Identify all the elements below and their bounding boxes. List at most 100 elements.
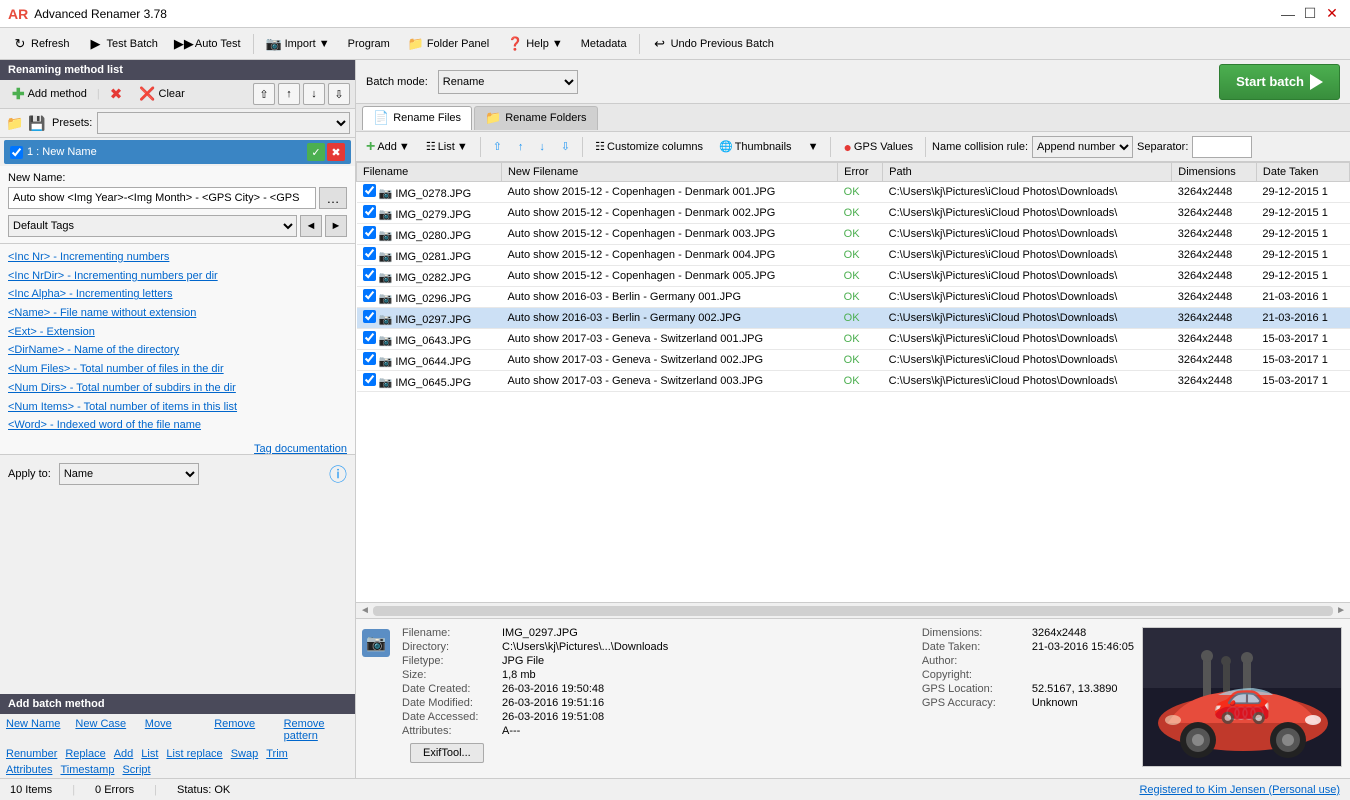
- method-check-icon[interactable]: ✓: [307, 143, 325, 161]
- batch-new-case[interactable]: New Case: [75, 718, 140, 742]
- row-checkbox[interactable]: [363, 268, 376, 281]
- move-down-button[interactable]: ↓: [303, 83, 325, 105]
- table-row[interactable]: 📷 IMG_0296.JPG Auto show 2016-03 - Berli…: [357, 287, 1350, 308]
- start-batch-button[interactable]: Start batch: [1219, 64, 1340, 100]
- col-new-filename[interactable]: New Filename: [501, 163, 837, 182]
- method-item-checkbox[interactable]: [10, 146, 23, 159]
- row-checkbox[interactable]: [363, 247, 376, 260]
- tag-word[interactable]: <Word> - Indexed word of the file name: [8, 416, 347, 435]
- hscroll-area[interactable]: ◄ ►: [356, 602, 1350, 618]
- folder-panel-button[interactable]: 📁 Folder Panel: [400, 31, 497, 57]
- import-button[interactable]: 📷 Import ▼: [258, 31, 338, 57]
- registration-link[interactable]: Registered to Kim Jensen (Personal use): [1139, 784, 1340, 796]
- table-row[interactable]: 📷 IMG_0643.JPG Auto show 2017-03 - Genev…: [357, 329, 1350, 350]
- add-method-button[interactable]: ✚ Add method: [5, 83, 94, 105]
- table-row[interactable]: 📷 IMG_0644.JPG Auto show 2017-03 - Genev…: [357, 350, 1350, 371]
- metadata-button[interactable]: Metadata: [573, 31, 635, 57]
- arrow-down-button[interactable]: ↓: [533, 135, 551, 159]
- tag-num-items[interactable]: <Num Items> - Total number of items in t…: [8, 398, 347, 417]
- col-dimensions[interactable]: Dimensions: [1172, 163, 1257, 182]
- batch-swap[interactable]: Swap: [231, 748, 259, 760]
- undo-previous-batch-button[interactable]: ↩ Undo Previous Batch: [644, 31, 782, 57]
- row-checkbox[interactable]: [363, 289, 376, 302]
- batch-list[interactable]: List: [141, 748, 158, 760]
- row-checkbox[interactable]: [363, 352, 376, 365]
- row-checkbox[interactable]: [363, 226, 376, 239]
- minimize-button[interactable]: —: [1278, 4, 1298, 24]
- batch-list-replace[interactable]: List replace: [166, 748, 222, 760]
- sort-up-button[interactable]: ⇧: [487, 135, 508, 159]
- method-item-new-name[interactable]: 1 : New Name ✓ ✖: [4, 140, 351, 164]
- batch-move[interactable]: Move: [145, 718, 210, 742]
- list-button[interactable]: ☷ List ▼: [420, 135, 474, 159]
- table-row[interactable]: 📷 IMG_0280.JPG Auto show 2015-12 - Copen…: [357, 224, 1350, 245]
- new-name-input[interactable]: [8, 187, 316, 209]
- tag-documentation-link[interactable]: Tag documentation: [8, 443, 347, 454]
- move-top-button[interactable]: ⇧: [253, 83, 275, 105]
- row-checkbox[interactable]: [363, 373, 376, 386]
- tag-num-dirs[interactable]: <Num Dirs> - Total number of subdirs in …: [8, 379, 347, 398]
- clear-button[interactable]: ❌ Clear: [132, 83, 191, 105]
- add-files-button[interactable]: + Add ▼: [360, 135, 416, 159]
- batch-remove-pattern[interactable]: Remove pattern: [284, 718, 349, 742]
- col-date-taken[interactable]: Date Taken: [1256, 163, 1349, 182]
- table-row[interactable]: 📷 IMG_0278.JPG Auto show 2015-12 - Copen…: [357, 182, 1350, 203]
- remove-method-button[interactable]: ✖: [103, 83, 130, 105]
- tag-inc-nr[interactable]: <Inc Nr> - Incrementing numbers: [8, 248, 347, 267]
- tab-rename-folders[interactable]: 📁 Rename Folders: [474, 106, 598, 130]
- thumbnails-button[interactable]: 🌐 Thumbnails: [713, 135, 798, 159]
- table-row[interactable]: 📷 IMG_0281.JPG Auto show 2015-12 - Copen…: [357, 245, 1350, 266]
- table-row[interactable]: 📷 IMG_0279.JPG Auto show 2015-12 - Copen…: [357, 203, 1350, 224]
- customize-columns-button[interactable]: ☷ Customize columns: [589, 135, 709, 159]
- move-up-button[interactable]: ↑: [278, 83, 300, 105]
- name-collision-select[interactable]: Append number: [1032, 136, 1133, 158]
- batch-script[interactable]: Script: [122, 764, 150, 776]
- col-error[interactable]: Error: [838, 163, 883, 182]
- tag-num-files[interactable]: <Num Files> - Total number of files in t…: [8, 360, 347, 379]
- tag-ext[interactable]: <Ext> - Extension: [8, 323, 347, 342]
- save-preset-icon[interactable]: 💾: [27, 113, 47, 133]
- method-close-icon[interactable]: ✖: [327, 143, 345, 161]
- tags-prev-button[interactable]: ◄: [300, 215, 322, 237]
- tags-select[interactable]: Default Tags: [8, 215, 297, 237]
- tag-name[interactable]: <Name> - File name without extension: [8, 304, 347, 323]
- batch-trim[interactable]: Trim: [266, 748, 288, 760]
- file-table-wrapper[interactable]: Filename New Filename Error Path Dimensi…: [356, 162, 1350, 602]
- arrow-up-button[interactable]: ↑: [512, 135, 530, 159]
- col-filename[interactable]: Filename: [357, 163, 502, 182]
- titlebar-controls[interactable]: — ☐ ✕: [1278, 4, 1342, 24]
- tab-rename-files[interactable]: 📄 Rename Files: [362, 106, 472, 130]
- separator-input[interactable]: [1192, 136, 1252, 158]
- tag-inc-alpha[interactable]: <Inc Alpha> - Incrementing letters: [8, 285, 347, 304]
- move-bottom-button[interactable]: ⇩: [328, 83, 350, 105]
- batch-timestamp[interactable]: Timestamp: [60, 764, 114, 776]
- auto-test-button[interactable]: ▶▶ Auto Test: [168, 31, 249, 57]
- batch-replace[interactable]: Replace: [65, 748, 105, 760]
- exif-tool-button[interactable]: ExifTool...: [410, 743, 484, 763]
- maximize-button[interactable]: ☐: [1300, 4, 1320, 24]
- thumbnails-dropdown-button[interactable]: ▼: [802, 135, 825, 159]
- batch-remove[interactable]: Remove: [214, 718, 279, 742]
- apply-to-select[interactable]: Name Extension Name and Extension: [59, 463, 199, 485]
- table-row[interactable]: 📷 IMG_0297.JPG Auto show 2016-03 - Berli…: [357, 308, 1350, 329]
- row-checkbox[interactable]: [363, 205, 376, 218]
- row-checkbox[interactable]: [363, 331, 376, 344]
- open-preset-icon[interactable]: 📁: [5, 113, 25, 133]
- new-name-dots-button[interactable]: …: [319, 187, 347, 209]
- refresh-button[interactable]: ↻ Refresh: [4, 31, 78, 57]
- col-path[interactable]: Path: [883, 163, 1172, 182]
- batch-mode-select[interactable]: Rename Copy Move: [438, 70, 578, 94]
- help-button[interactable]: ❓ Help ▼: [499, 31, 571, 57]
- gps-values-button[interactable]: ● GPS Values: [837, 135, 919, 159]
- close-button[interactable]: ✕: [1322, 4, 1342, 24]
- row-checkbox[interactable]: [363, 310, 376, 323]
- tag-dirname[interactable]: <DirName> - Name of the directory: [8, 341, 347, 360]
- table-row[interactable]: 📷 IMG_0645.JPG Auto show 2017-03 - Genev…: [357, 371, 1350, 392]
- tag-inc-nrdir[interactable]: <Inc NrDir> - Incrementing numbers per d…: [8, 267, 347, 286]
- row-checkbox[interactable]: [363, 184, 376, 197]
- sort-down-button[interactable]: ⇩: [555, 135, 576, 159]
- batch-new-name[interactable]: New Name: [6, 718, 71, 742]
- program-button[interactable]: Program: [340, 31, 398, 57]
- batch-renumber[interactable]: Renumber: [6, 748, 57, 760]
- presets-select[interactable]: [97, 112, 350, 134]
